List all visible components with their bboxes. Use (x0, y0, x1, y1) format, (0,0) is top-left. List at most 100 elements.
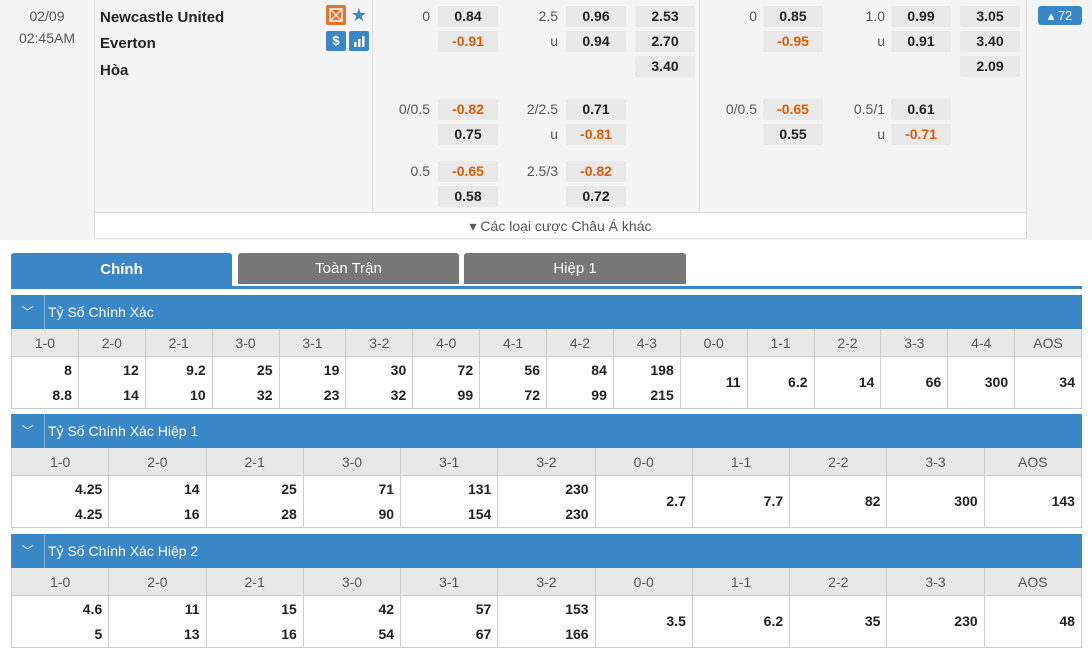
odds-value[interactable]: 6.2 (748, 370, 807, 395)
odds-value[interactable]: 56 (480, 358, 540, 383)
odds-value[interactable]: 67 (401, 622, 492, 647)
odds-value[interactable]: 14 (109, 477, 200, 502)
section-header[interactable]: ﹀ Tỷ Số Chính Xác (11, 295, 1082, 329)
score-odds-cell[interactable]: 2.7 (595, 476, 692, 528)
score-odds-cell[interactable]: 143 (984, 476, 1081, 528)
score-odds-cell[interactable]: 30 32 (346, 357, 413, 409)
ft-1x2-away[interactable]: 2.70 (635, 31, 695, 52)
odds-value[interactable]: 25 (207, 477, 297, 502)
odds-value[interactable]: 4.25 (12, 502, 102, 527)
odds-value[interactable]: 15 (207, 597, 297, 622)
chevron-down-icon[interactable]: ﹀ (11, 534, 45, 568)
score-odds-cell[interactable]: 6.2 (692, 596, 790, 648)
odds-value[interactable]: 154 (401, 502, 491, 527)
score-odds-cell[interactable]: 84 99 (547, 357, 613, 409)
odds-value[interactable]: 11 (109, 597, 200, 622)
score-odds-cell[interactable]: 153 166 (498, 596, 595, 648)
chevron-down-icon[interactable]: ﹀ (11, 295, 45, 329)
h1-ou-over-2[interactable]: 0.61 (891, 99, 951, 120)
star-icon[interactable]: ★ (349, 5, 369, 25)
score-odds-cell[interactable]: 14 (814, 357, 881, 409)
more-asian-bets-toggle[interactable]: ▾ Các loại cược Châu Á khác (94, 212, 1027, 239)
odds-value[interactable]: 230 (498, 502, 588, 527)
ft-hdp-home-3[interactable]: -0.65 (438, 161, 498, 182)
score-odds-cell[interactable]: 42 54 (303, 596, 401, 648)
odds-value[interactable]: 32 (346, 383, 407, 408)
odds-value[interactable]: 300 (887, 489, 977, 514)
odds-value[interactable]: 7.7 (693, 489, 783, 514)
score-odds-cell[interactable]: 19 23 (279, 357, 346, 409)
score-odds-cell[interactable]: 72 99 (413, 357, 480, 409)
score-odds-cell[interactable]: 131 154 (401, 476, 498, 528)
odds-value[interactable]: 6.2 (693, 609, 783, 634)
odds-value[interactable]: 143 (985, 489, 1075, 514)
odds-value[interactable]: 153 (498, 597, 588, 622)
odds-value[interactable]: 34 (1015, 370, 1075, 395)
score-odds-cell[interactable]: 35 (790, 596, 887, 648)
tab-first-half[interactable]: Hiệp 1 (464, 253, 686, 284)
odds-value[interactable]: 66 (881, 370, 942, 395)
odds-value[interactable]: 8.8 (12, 383, 71, 408)
more-markets-button[interactable]: ▴ 72 (1038, 6, 1082, 25)
score-odds-cell[interactable]: 11 13 (109, 596, 206, 648)
h1-ou-under-1[interactable]: 0.91 (891, 31, 951, 52)
odds-value[interactable]: 30 (346, 358, 407, 383)
odds-value[interactable]: 14 (815, 370, 875, 395)
score-odds-cell[interactable]: 4.25 4.25 (12, 476, 109, 528)
odds-value[interactable]: 230 (887, 609, 977, 634)
h1-hdp-away-2[interactable]: 0.55 (763, 124, 823, 145)
odds-value[interactable]: 2.7 (596, 489, 685, 514)
stats-icon[interactable] (349, 31, 369, 51)
odds-value[interactable]: 9.2 (146, 358, 205, 383)
chevron-down-icon[interactable]: ﹀ (11, 414, 45, 448)
ft-ou-over-3[interactable]: -0.82 (566, 161, 626, 182)
score-odds-cell[interactable]: 11 (680, 357, 747, 409)
ft-ou-under-2[interactable]: -0.81 (566, 124, 626, 145)
odds-value[interactable]: 11 (681, 370, 741, 395)
score-odds-cell[interactable]: 6.2 (747, 357, 814, 409)
odds-value[interactable]: 48 (985, 609, 1075, 634)
score-odds-cell[interactable]: 300 (887, 476, 984, 528)
ft-1x2-draw[interactable]: 3.40 (635, 56, 695, 77)
odds-value[interactable]: 16 (109, 502, 200, 527)
h1-1x2-draw[interactable]: 2.09 (960, 56, 1020, 77)
odds-value[interactable]: 99 (413, 383, 474, 408)
score-odds-cell[interactable]: 12 14 (78, 357, 145, 409)
odds-value[interactable]: 42 (304, 597, 394, 622)
score-odds-cell[interactable]: 230 (887, 596, 984, 648)
h1-hdp-away-1[interactable]: -0.95 (763, 31, 823, 52)
odds-value[interactable]: 71 (304, 477, 394, 502)
ft-ou-over-1[interactable]: 0.96 (566, 6, 626, 27)
score-odds-cell[interactable]: 71 90 (303, 476, 401, 528)
odds-value[interactable]: 28 (207, 502, 297, 527)
ft-ou-over-2[interactable]: 0.71 (566, 99, 626, 120)
ft-hdp-away-2[interactable]: 0.75 (438, 124, 498, 145)
tab-main[interactable]: Chính (11, 253, 232, 289)
score-odds-cell[interactable]: 8 8.8 (12, 357, 78, 409)
h1-1x2-away[interactable]: 3.40 (960, 31, 1020, 52)
odds-value[interactable]: 54 (304, 622, 394, 647)
ft-hdp-away-1[interactable]: -0.91 (438, 31, 498, 52)
score-odds-cell[interactable]: 48 (984, 596, 1081, 648)
odds-value[interactable]: 72 (413, 358, 474, 383)
odds-value[interactable]: 166 (498, 622, 588, 647)
h1-hdp-home-1[interactable]: 0.85 (763, 6, 823, 27)
away-team[interactable]: Everton (100, 35, 156, 52)
odds-value[interactable]: 23 (280, 383, 340, 408)
score-odds-cell[interactable]: 14 16 (109, 476, 206, 528)
section-header[interactable]: ﹀ Tỷ Số Chính Xác Hiệp 1 (11, 414, 1082, 448)
odds-value[interactable]: 5 (12, 622, 102, 647)
h1-ou-over-1[interactable]: 0.99 (891, 6, 951, 27)
odds-value[interactable]: 32 (213, 383, 273, 408)
score-odds-cell[interactable]: 198 215 (613, 357, 680, 409)
h1-hdp-home-2[interactable]: -0.65 (763, 99, 823, 120)
odds-value[interactable]: 90 (304, 502, 394, 527)
odds-value[interactable]: 99 (547, 383, 607, 408)
odds-value[interactable]: 35 (790, 609, 881, 634)
odds-value[interactable]: 16 (207, 622, 297, 647)
score-odds-cell[interactable]: 15 16 (206, 596, 303, 648)
score-odds-cell[interactable]: 25 28 (206, 476, 303, 528)
ft-ou-under-1[interactable]: 0.94 (566, 31, 626, 52)
odds-value[interactable]: 4.6 (12, 597, 102, 622)
ft-hdp-home-2[interactable]: -0.82 (438, 99, 498, 120)
